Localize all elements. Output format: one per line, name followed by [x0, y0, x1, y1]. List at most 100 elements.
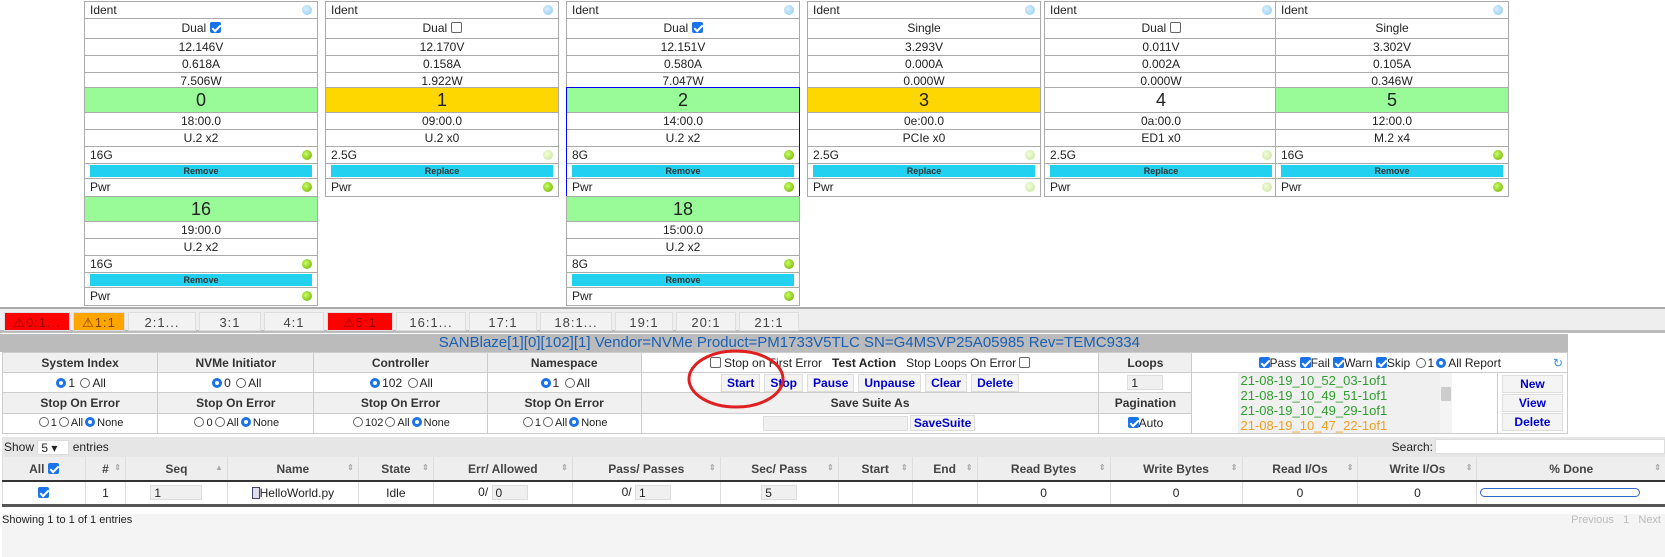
column-header[interactable]: Read I/Os ⇕	[1241, 457, 1358, 482]
column-header[interactable]: # ⇕	[84, 457, 126, 482]
refresh-icon[interactable]: ↻	[1553, 356, 1563, 370]
filter-fail-checkbox[interactable]	[1299, 356, 1311, 368]
suite-name-input[interactable]	[762, 416, 908, 432]
dual-checkbox[interactable]	[209, 22, 221, 33]
radio-3-all[interactable]	[564, 377, 575, 388]
stop-1-none[interactable]	[240, 417, 251, 428]
slot-card-4[interactable]: 4 0a:00.0 ED1 x0 2.5G Replace Pwr	[1044, 87, 1278, 197]
tab-slot-5[interactable]: ⚠5:1	[327, 312, 393, 331]
stop-0-none[interactable]	[85, 417, 96, 428]
seq-input[interactable]: 1	[150, 485, 203, 501]
tab-slot-9[interactable]: 19:1	[615, 312, 673, 331]
column-header[interactable]: Seq ▲	[124, 457, 228, 482]
pause-button[interactable]: Pause	[807, 373, 855, 392]
search-input[interactable]	[1435, 439, 1665, 454]
column-header[interactable]: Pass/ Passes ⇕	[571, 457, 721, 482]
radio-0-all[interactable]	[80, 377, 91, 388]
report-item[interactable]: 21-08-19_10_49_29-1of1	[1238, 403, 1452, 418]
allowed-input[interactable]: 0	[491, 485, 528, 501]
report-view-button[interactable]: View	[1501, 394, 1563, 412]
tab-slot-4[interactable]: 4:1	[264, 312, 324, 331]
report-item[interactable]: 21-08-19_10_49_51-1of1	[1238, 388, 1452, 403]
remove-button[interactable]: Remove	[90, 274, 312, 286]
tab-slot-10[interactable]: 20:1	[676, 312, 736, 331]
unpause-button[interactable]: Unpause	[858, 373, 922, 392]
column-header[interactable]: Sec/ Pass ⇕	[719, 457, 839, 482]
stop-3-none[interactable]	[569, 417, 580, 428]
stop-2-all[interactable]	[385, 417, 396, 428]
select-all-checkbox[interactable]	[47, 462, 59, 474]
slot-card-3[interactable]: 3 0e:00.0 PCIe x0 2.5G Replace Pwr	[807, 87, 1041, 197]
slot-card-5[interactable]: 5 12:00.0 M.2 x4 16G Remove Pwr	[1275, 87, 1509, 197]
radio-2-all[interactable]	[407, 377, 418, 388]
remove-button[interactable]: Remove	[1281, 165, 1503, 177]
ident-led-icon[interactable]	[302, 5, 312, 15]
report-item[interactable]: 21-08-19_10_52_03-1of1	[1238, 373, 1452, 388]
column-header[interactable]: Write I/Os ⇕	[1357, 457, 1477, 482]
stop-1-all[interactable]	[214, 417, 225, 428]
report-list[interactable]: 21-08-19_10_52_03-1of1 21-08-19_10_49_51-…	[1238, 373, 1453, 433]
replace-button[interactable]: Replace	[1050, 165, 1272, 177]
stop-2-value[interactable]	[353, 417, 364, 428]
replace-button[interactable]: Replace	[813, 165, 1035, 177]
loops-input[interactable]: 1	[1127, 375, 1164, 391]
stop-3-all[interactable]	[542, 417, 553, 428]
remove-button[interactable]: Remove	[90, 165, 312, 177]
dual-checkbox[interactable]	[691, 22, 703, 33]
tab-slot-1[interactable]: ⚠1:1	[73, 312, 125, 331]
slot-card-1[interactable]: 1 09:00.0 U.2 x0 2.5G Replace Pwr	[325, 87, 559, 197]
column-header[interactable]: All	[2, 457, 86, 482]
save-suite-button[interactable]: SaveSuite	[909, 415, 976, 432]
page-length-select[interactable]: 5 ▾	[37, 440, 70, 456]
tab-slot-7[interactable]: 17:1	[469, 312, 537, 331]
stop-0-all[interactable]	[58, 417, 69, 428]
report-all-radio[interactable]	[1436, 357, 1447, 368]
remove-button[interactable]: Remove	[572, 274, 794, 286]
tab-slot-8[interactable]: 18:1...	[540, 312, 612, 331]
column-header[interactable]: % Done ⇕	[1476, 457, 1665, 482]
radio-3-value[interactable]	[540, 377, 551, 388]
stop-2-none[interactable]	[411, 417, 422, 428]
column-header[interactable]: Name ⇕	[226, 457, 359, 482]
clear-button[interactable]: Clear	[925, 373, 968, 392]
report-one-radio[interactable]	[1415, 357, 1426, 368]
filter-warn-checkbox[interactable]	[1333, 356, 1345, 368]
column-header[interactable]: End ⇕	[911, 457, 978, 482]
stop-1-value[interactable]	[194, 417, 205, 428]
column-header[interactable]: State ⇕	[357, 457, 434, 482]
column-header[interactable]: Read Bytes ⇕	[976, 457, 1111, 482]
dual-checkbox[interactable]	[1169, 22, 1181, 33]
filter-skip-checkbox[interactable]	[1375, 356, 1387, 368]
script-name[interactable]: HelloWorld.py	[260, 486, 334, 500]
radio-1-all[interactable]	[236, 377, 247, 388]
page-1-button[interactable]: 1	[1623, 514, 1629, 526]
remove-button[interactable]: Remove	[572, 165, 794, 177]
filter-pass-checkbox[interactable]	[1258, 356, 1270, 368]
sec-pass-input[interactable]: 5	[761, 485, 798, 501]
column-header[interactable]: Err/ Allowed ⇕	[432, 457, 573, 482]
delete-button[interactable]: Delete	[971, 373, 1020, 392]
slot-card-2[interactable]: 2 14:00.0 U.2 x2 8G Remove Pwr	[566, 87, 800, 197]
slot-card-18[interactable]: 18 15:00.0 U.2 x2 8G Remove Pwr	[566, 196, 800, 306]
column-header[interactable]: Start ⇕	[837, 457, 913, 482]
tab-slot-2[interactable]: 2:1...	[128, 312, 196, 331]
next-button[interactable]: Next	[1638, 514, 1661, 526]
tab-slot-0[interactable]: ⚠0:1...	[4, 312, 70, 331]
tab-slot-3[interactable]: 3:1	[199, 312, 261, 331]
radio-2-value[interactable]	[370, 377, 381, 388]
tab-slot-6[interactable]: 16:1...	[396, 312, 466, 331]
replace-button[interactable]: Replace	[331, 165, 553, 177]
dual-checkbox[interactable]	[450, 22, 462, 33]
ident-led-icon[interactable]	[1262, 5, 1272, 15]
ident-led-icon[interactable]	[1493, 5, 1503, 15]
ident-led-icon[interactable]	[543, 5, 553, 15]
report-new-button[interactable]: New	[1501, 375, 1563, 393]
column-header[interactable]: Write Bytes ⇕	[1109, 457, 1242, 482]
stop-loops-checkbox[interactable]	[1019, 356, 1031, 368]
ident-led-icon[interactable]	[1025, 5, 1035, 15]
previous-button[interactable]: Previous	[1571, 514, 1614, 526]
row-checkbox[interactable]	[38, 486, 50, 498]
auto-pagination-checkbox[interactable]	[1127, 417, 1139, 429]
stop-3-value[interactable]	[522, 417, 533, 428]
passes-input[interactable]: 1	[634, 485, 671, 501]
